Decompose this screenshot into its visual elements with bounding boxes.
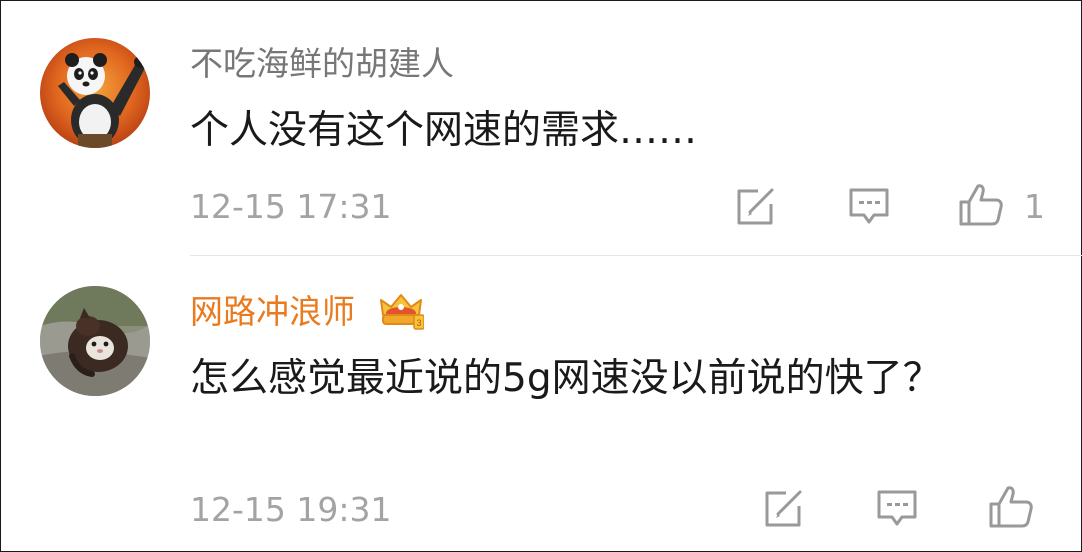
- comment-icon: [877, 490, 917, 526]
- panda-avatar-icon[interactable]: [40, 38, 150, 148]
- repost-button[interactable]: [760, 486, 806, 532]
- thumbs-up-icon: [989, 486, 1033, 528]
- comment-item: 网路冲浪师 3 怎么感觉最近说的5g网速没以前说的快了？ 12-15 19:31: [0, 256, 1080, 551]
- comment-text: 个人没有这个网速的需求……: [190, 108, 698, 153]
- cat-avatar-icon[interactable]: [40, 286, 150, 396]
- comment-icon: [849, 188, 889, 224]
- comment-item: 不吃海鲜的胡建人 个人没有这个网速的需求…… 12-15 17:31 1: [0, 0, 1080, 255]
- reply-button[interactable]: [874, 486, 920, 532]
- comment-timestamp: 12-15 17:31: [190, 187, 392, 226]
- vip-crown-icon: 3: [378, 291, 425, 331]
- like-count: 1: [1024, 187, 1045, 226]
- comment-text: 怎么感觉最近说的5g网速没以前说的快了？: [190, 356, 942, 401]
- repost-button[interactable]: [732, 184, 778, 230]
- username[interactable]: 不吃海鲜的胡建人: [190, 44, 454, 84]
- comment-timestamp: 12-15 19:31: [190, 490, 392, 529]
- repost-icon: [737, 188, 774, 225]
- like-button[interactable]: [958, 182, 1004, 228]
- reply-button[interactable]: [846, 184, 892, 230]
- username-text: 网路冲浪师: [190, 292, 355, 331]
- like-button[interactable]: [988, 484, 1034, 530]
- thumbs-up-icon: [959, 184, 1003, 226]
- svg-text:3: 3: [416, 318, 421, 328]
- username[interactable]: 网路冲浪师 3: [190, 291, 425, 334]
- repost-icon: [765, 490, 802, 527]
